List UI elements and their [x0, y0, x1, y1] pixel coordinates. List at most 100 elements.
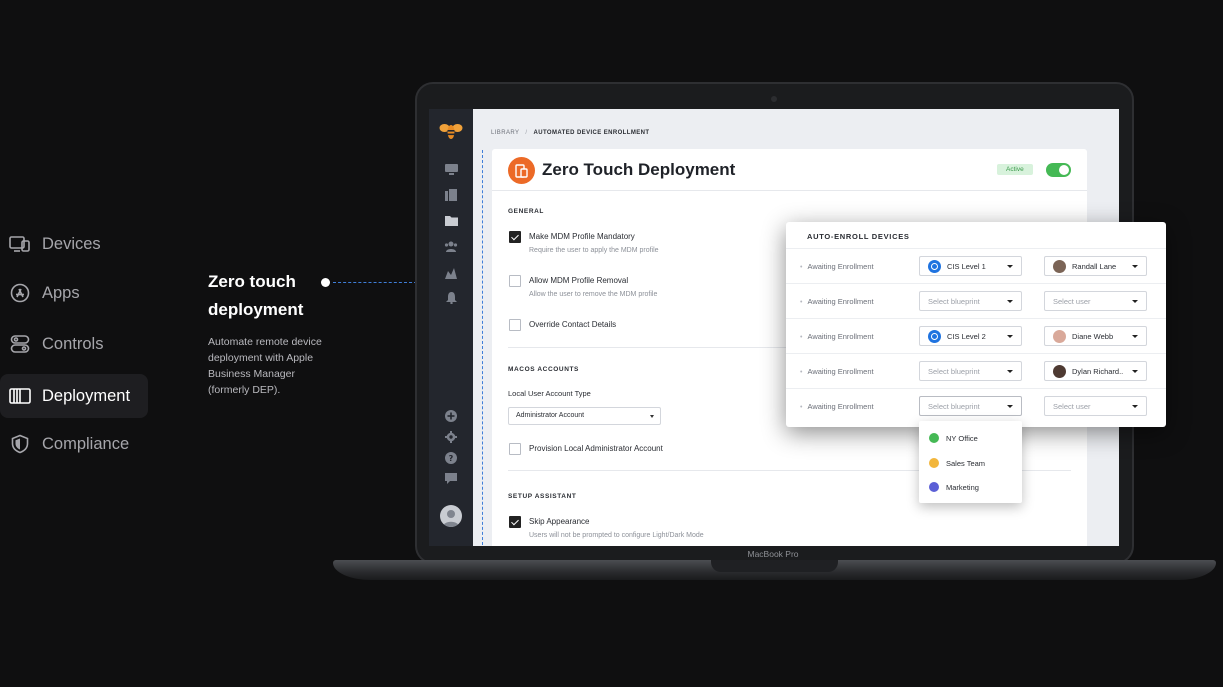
breadcrumb-current: AUTOMATED DEVICE ENROLLMENT — [533, 130, 650, 136]
enroll-row: Awaiting Enrollment Select blueprint Sel… — [786, 388, 1166, 423]
chevron-down-icon — [1132, 405, 1138, 408]
option-label: Override Contact Details — [529, 320, 617, 329]
dropdown-item-label: Sales Team — [946, 458, 986, 468]
dropdown-item-marketing[interactable]: Marketing — [929, 482, 979, 492]
chevron-down-icon — [1007, 265, 1013, 268]
help-icon[interactable]: ? — [444, 451, 458, 465]
user-value: Randall Lane — [1072, 261, 1117, 271]
dropdown-item-ny-office[interactable]: NY Office — [929, 433, 978, 443]
field-label-account-type: Local User Account Type — [508, 389, 591, 398]
checkbox-provision-admin[interactable] — [509, 443, 521, 455]
add-icon[interactable] — [444, 409, 458, 423]
enroll-row: Awaiting Enrollment CIS Level 2 Diane We… — [786, 318, 1166, 353]
nav-label-controls: Controls — [42, 334, 104, 353]
nav-label-deployment: Deployment — [42, 386, 131, 405]
checkbox-override-contact[interactable] — [509, 319, 521, 331]
nav-item-deployment[interactable]: Deployment — [0, 374, 148, 418]
laptop-camera — [771, 96, 777, 102]
user-select[interactable]: Randall Lane — [1044, 256, 1147, 276]
dropdown-item-label: Marketing — [946, 482, 979, 492]
user-placeholder: Select user — [1053, 296, 1091, 306]
users-icon[interactable] — [444, 239, 458, 253]
blueprint-placeholder: Select blueprint — [928, 296, 980, 306]
user-avatar — [1053, 259, 1066, 273]
user-avatar — [1053, 364, 1066, 378]
breadcrumb-root[interactable]: LIBRARY — [491, 130, 519, 136]
blueprint-gear-icon — [928, 259, 941, 273]
svg-text:?: ? — [449, 454, 454, 463]
enroll-status: Awaiting Enrollment — [800, 262, 873, 271]
callout-title: Zero touch deployment — [208, 272, 304, 319]
devices-icon[interactable] — [444, 162, 458, 176]
enroll-row: Awaiting Enrollment CIS Level 1 Randall … — [786, 248, 1166, 283]
chevron-down-icon — [1007, 335, 1013, 338]
page-title: Zero Touch Deployment — [542, 160, 736, 179]
option-label: Skip Appearance — [529, 517, 590, 526]
breadcrumb: LIBRARY / AUTOMATED DEVICE ENROLLMENT — [491, 130, 649, 136]
checkbox-mdm-mandatory[interactable] — [509, 231, 521, 243]
user-select[interactable]: Select user — [1044, 396, 1147, 416]
avatar[interactable] — [440, 505, 462, 527]
devices-icon — [9, 233, 31, 255]
panel-title: AUTO-ENROLL DEVICES — [807, 232, 910, 241]
nav-item-compliance[interactable]: Compliance — [0, 422, 148, 466]
nav-item-controls[interactable]: Controls — [0, 322, 148, 366]
library-icon[interactable] — [444, 188, 458, 202]
deployment-device-icon — [508, 157, 535, 184]
user-select[interactable]: Select user — [1044, 291, 1147, 311]
nav-item-devices[interactable]: Devices — [0, 222, 148, 266]
chevron-down-icon — [1132, 265, 1138, 268]
blueprint-color-icon — [929, 482, 939, 492]
nav-label-devices: Devices — [42, 234, 101, 253]
option-description: Users will not be prompted to configure … — [529, 532, 704, 539]
chevron-down-icon — [1007, 405, 1013, 408]
account-type-select[interactable]: Administrator Account — [508, 407, 661, 425]
blueprint-placeholder: Select blueprint — [928, 366, 980, 376]
chevron-down-icon — [1132, 335, 1138, 338]
blueprint-value: CIS Level 2 — [947, 331, 986, 341]
bee-logo-icon — [439, 121, 463, 141]
blueprint-dropdown-menu: NY Office Sales Team Marketing — [919, 421, 1022, 503]
dropdown-item-label: NY Office — [946, 433, 978, 443]
user-value: Dylan Richard.. — [1072, 366, 1124, 376]
gear-icon[interactable] — [444, 430, 458, 444]
blueprint-select[interactable]: CIS Level 1 — [919, 256, 1022, 276]
active-toggle[interactable] — [1046, 163, 1071, 177]
analytics-icon[interactable] — [444, 266, 458, 280]
option-label: Provision Local Administrator Account — [529, 444, 663, 453]
user-select[interactable]: Diane Webb — [1044, 326, 1147, 346]
chevron-down-icon — [1132, 300, 1138, 303]
bell-icon[interactable] — [444, 291, 458, 305]
chat-icon[interactable] — [444, 471, 458, 485]
option-description: Allow the user to remove the MDM profile — [529, 291, 658, 298]
blueprint-color-icon — [929, 458, 939, 468]
user-value: Diane Webb — [1072, 331, 1114, 341]
card-header: Zero Touch Deployment Active — [492, 149, 1087, 191]
shield-icon — [9, 433, 31, 455]
enroll-status: Awaiting Enrollment — [800, 402, 873, 411]
chevron-down-icon — [1007, 370, 1013, 373]
deployment-icon — [9, 385, 31, 407]
blueprint-select[interactable]: Select blueprint — [919, 291, 1022, 311]
nav-item-apps[interactable]: Apps — [0, 271, 148, 315]
option-description: Require the user to apply the MDM profil… — [529, 247, 659, 254]
blueprint-select[interactable]: CIS Level 2 — [919, 326, 1022, 346]
blueprint-select[interactable]: Select blueprint — [919, 361, 1022, 381]
auto-enroll-panel: AUTO-ENROLL DEVICES Awaiting Enrollment … — [786, 222, 1166, 427]
controls-icon — [9, 333, 31, 355]
section-label-setup-assistant: SETUP ASSISTANT — [508, 493, 577, 500]
checkbox-skip-appearance[interactable] — [509, 516, 521, 528]
feature-callout: Zero touch deployment Automate remote de… — [208, 268, 338, 398]
option-label: Allow MDM Profile Removal — [529, 276, 629, 285]
checkbox-mdm-removal[interactable] — [509, 275, 521, 287]
app-sidebar: ? — [429, 109, 473, 546]
nav-label-compliance: Compliance — [42, 434, 130, 453]
blueprint-placeholder: Select blueprint — [928, 401, 980, 411]
blueprint-select[interactable]: Select blueprint — [919, 396, 1022, 416]
section-label-general: GENERAL — [508, 208, 544, 215]
option-label: Make MDM Profile Mandatory — [529, 232, 635, 241]
user-select[interactable]: Dylan Richard.. — [1044, 361, 1147, 381]
dropdown-item-sales-team[interactable]: Sales Team — [929, 458, 985, 468]
dashed-guide-line — [482, 150, 483, 546]
folder-icon[interactable] — [444, 213, 458, 227]
